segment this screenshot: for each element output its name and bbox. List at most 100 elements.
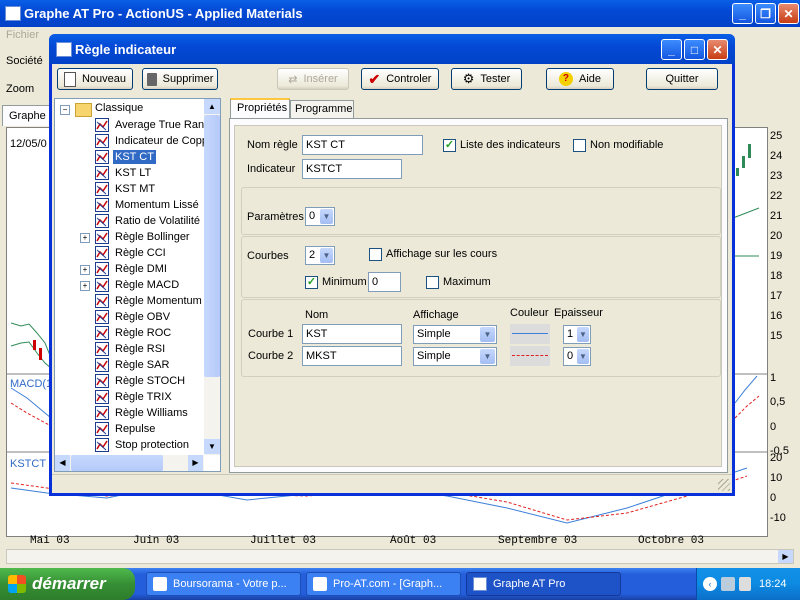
tree-vscroll[interactable]: ▲ ▼ (204, 99, 220, 455)
tree-hscroll[interactable]: ◀ ▶ (55, 455, 204, 471)
scroll-left-arrow[interactable]: ◀ (55, 455, 70, 471)
rule-icon (95, 166, 109, 180)
month-axis: Mai 03 Juin 03 Juillet 03 Août 03 Septem… (30, 535, 705, 547)
tree-item[interactable]: Règle Williams (55, 405, 205, 421)
tree-item[interactable]: Règle SAR (55, 357, 205, 373)
expand-icon[interactable]: + (80, 233, 90, 243)
task-proat[interactable]: Pro-AT.com - [Graph... (306, 572, 461, 596)
tree-item[interactable]: Règle CCI (55, 245, 205, 261)
network-icon[interactable] (721, 577, 735, 591)
dialog-close-button[interactable]: ✕ (707, 39, 728, 60)
rule-icon (95, 294, 109, 308)
task-boursorama[interactable]: Boursorama - Votre p... (146, 572, 301, 596)
quitter-button[interactable]: Quitter (646, 68, 718, 90)
minimum-input[interactable]: 0 (368, 272, 401, 292)
aide-button[interactable]: ? Aide (546, 68, 614, 90)
tree-item[interactable]: KST MT (55, 181, 205, 197)
expand-icon[interactable]: + (80, 265, 90, 275)
courbe1-color-swatch[interactable] (510, 324, 550, 344)
collapse-icon[interactable]: − (60, 105, 70, 115)
tree-item[interactable]: Stop protection (55, 437, 205, 453)
hscroll-thumb[interactable] (71, 455, 163, 471)
tree-item[interactable]: Règle TRIX (55, 389, 205, 405)
controler-button[interactable]: ✔ Controler (361, 68, 439, 90)
rule-icon (95, 342, 109, 356)
tree-item[interactable]: Règle RSI (55, 341, 205, 357)
tree-item[interactable]: Ratio de Volatilité (55, 213, 205, 229)
tray-arrow-icon[interactable]: ‹ (703, 577, 717, 591)
scroll-right-arrow[interactable]: ▶ (778, 550, 793, 563)
tree-item[interactable]: Règle ROC (55, 325, 205, 341)
dialog-maximize-button[interactable]: □ (684, 39, 705, 60)
courbe1-epaisseur-combo[interactable]: 1 ▼ (563, 325, 591, 344)
task-graphe-at-pro[interactable]: Graphe AT Pro (466, 572, 621, 596)
tester-button[interactable]: ⚙ Tester (451, 68, 522, 90)
courbe1-affichage-combo[interactable]: Simple ▼ (413, 325, 497, 344)
indicateur-input[interactable]: KSTCT (302, 159, 402, 179)
parametres-combo[interactable]: 0 ▼ (305, 207, 335, 226)
tree-item[interactable]: Momentum Lissé (55, 197, 205, 213)
tree-item-label: Règle Williams (115, 407, 188, 419)
rule-icon (95, 326, 109, 340)
courbe2-label: Courbe 2 (248, 350, 294, 362)
tree-item[interactable]: Règle OBV (55, 309, 205, 325)
rule-icon (95, 246, 109, 260)
courbes-combo[interactable]: 2 ▼ (305, 246, 335, 265)
volume-icon[interactable] (739, 577, 751, 591)
maximum-checkbox[interactable] (426, 276, 439, 289)
dialog-minimize-button[interactable]: _ (661, 39, 682, 60)
graphe-tab[interactable]: Graphe (2, 105, 50, 126)
minimize-button[interactable]: _ (732, 3, 753, 24)
indicateur-label: Indicateur (247, 163, 296, 175)
tree-item[interactable]: KST CT (55, 149, 205, 165)
tree-item[interactable]: Règle STOCH (55, 373, 205, 389)
non-modifiable-checkbox[interactable] (573, 139, 586, 152)
rule-tree[interactable]: − Classique Average True Rang Indicateur … (54, 98, 221, 472)
scroll-up-arrow[interactable]: ▲ (204, 99, 220, 114)
menu-fichier[interactable]: Fichier (6, 29, 39, 41)
tree-item[interactable]: KST LT (55, 165, 205, 181)
parametres-label: Paramètres (247, 211, 304, 223)
rule-icon (95, 406, 109, 420)
minimum-checkbox[interactable]: ✓ (305, 276, 318, 289)
main-title-bar: Graphe AT Pro - ActionUS - Applied Mater… (0, 0, 800, 27)
main-window-title: Graphe AT Pro - ActionUS - Applied Mater… (24, 6, 303, 21)
dropdown-arrow-icon: ▼ (577, 349, 589, 364)
restore-button[interactable]: ❐ (755, 3, 776, 24)
nouveau-button[interactable]: Nouveau (57, 68, 133, 90)
horizontal-scrollbar[interactable]: ▶ (6, 549, 794, 564)
tree-item-label: Règle Bollinger (115, 231, 190, 243)
resize-grip-icon[interactable] (718, 479, 730, 491)
rule-icon (95, 198, 109, 212)
tree-root[interactable]: − Classique (55, 101, 205, 117)
tree-item[interactable]: Average True Rang (55, 117, 210, 133)
tree-item[interactable]: + Règle Bollinger (55, 229, 205, 245)
scroll-thumb[interactable] (204, 115, 220, 377)
tree-item[interactable]: Règle Momentum (55, 293, 205, 309)
courbe2-color-swatch[interactable] (510, 346, 550, 366)
rule-icon (95, 278, 109, 292)
affichage-cours-checkbox[interactable] (369, 248, 382, 261)
liste-indicateurs-checkbox[interactable]: ✓ (443, 139, 456, 152)
tab-programme[interactable]: Programme (290, 100, 354, 118)
courbe1-nom-input[interactable]: KST (302, 324, 402, 344)
tree-item[interactable]: Indicateur de Copp (55, 133, 208, 149)
tree-item[interactable]: Repulse (55, 421, 205, 437)
scroll-right-arrow[interactable]: ▶ (188, 455, 203, 471)
courbe2-epaisseur-combo[interactable]: 0 ▼ (563, 347, 591, 366)
close-button[interactable]: ✕ (778, 3, 799, 24)
dialog-app-icon (56, 42, 72, 57)
supprimer-button[interactable]: Supprimer (142, 68, 218, 90)
start-button[interactable]: démarrer (0, 568, 135, 600)
tab-proprietes[interactable]: Propriétés (230, 98, 290, 118)
inserer-button[interactable]: ⇄ Insérer (277, 68, 349, 90)
nom-regle-input[interactable]: KST CT (302, 135, 423, 155)
tree-item[interactable]: + Règle MACD (55, 277, 205, 293)
tree-item-label: KST MT (115, 183, 156, 195)
courbe1-color-line (512, 333, 548, 334)
scroll-down-arrow[interactable]: ▼ (204, 439, 220, 454)
courbe2-nom-input[interactable]: MKST (302, 346, 402, 366)
tree-item[interactable]: + Règle DMI (55, 261, 205, 277)
courbe2-affichage-combo[interactable]: Simple ▼ (413, 347, 497, 366)
expand-icon[interactable]: + (80, 281, 90, 291)
